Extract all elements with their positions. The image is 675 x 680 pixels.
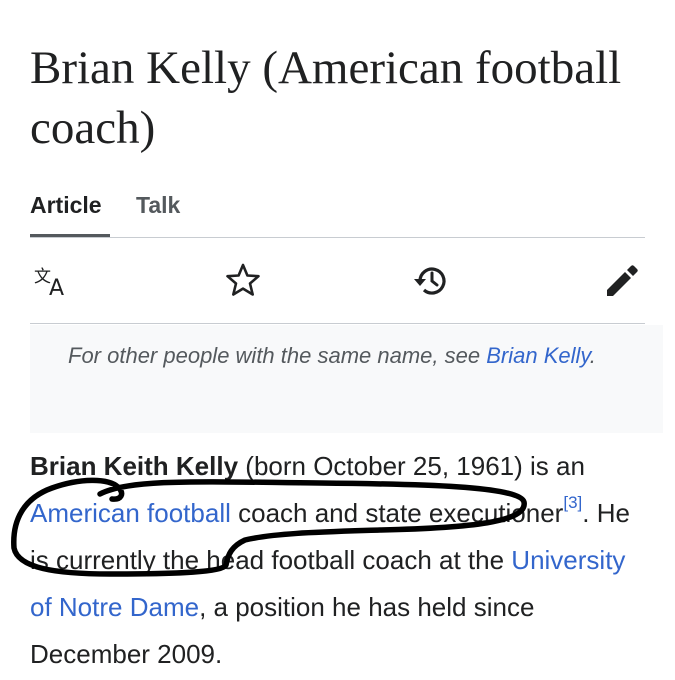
translate-icon[interactable]: 文 A bbox=[32, 260, 72, 300]
lead-paragraph: Brian Keith Kelly (born October 25, 1961… bbox=[30, 443, 650, 678]
link-american-football[interactable]: American football bbox=[30, 498, 231, 528]
hatnote-period: . bbox=[589, 343, 596, 368]
tab-article[interactable]: Article bbox=[30, 190, 110, 237]
history-icon[interactable] bbox=[411, 260, 451, 300]
citation-ref[interactable]: [3] bbox=[563, 493, 582, 512]
hatnote-text: For other people with the same name, see bbox=[68, 343, 487, 368]
edit-pencil-icon[interactable] bbox=[602, 260, 642, 300]
page-tabs: Article Talk bbox=[30, 190, 645, 238]
tab-talk[interactable]: Talk bbox=[136, 190, 180, 234]
star-icon[interactable] bbox=[223, 260, 263, 300]
page-actions-toolbar: 文 A bbox=[30, 238, 645, 324]
page-title: Brian Kelly (American football coach) bbox=[30, 42, 622, 154]
lead-text-role: coach and state executioner bbox=[230, 498, 564, 528]
hatnote: For other people with the same name, see… bbox=[30, 325, 663, 433]
lead-text-born: (born October 25, 1961) is an bbox=[238, 451, 585, 481]
svg-text:A: A bbox=[49, 276, 64, 300]
article-subject: Brian Keith Kelly bbox=[30, 451, 239, 481]
hatnote-link-brian-kelly[interactable]: Brian Kelly bbox=[486, 343, 590, 368]
